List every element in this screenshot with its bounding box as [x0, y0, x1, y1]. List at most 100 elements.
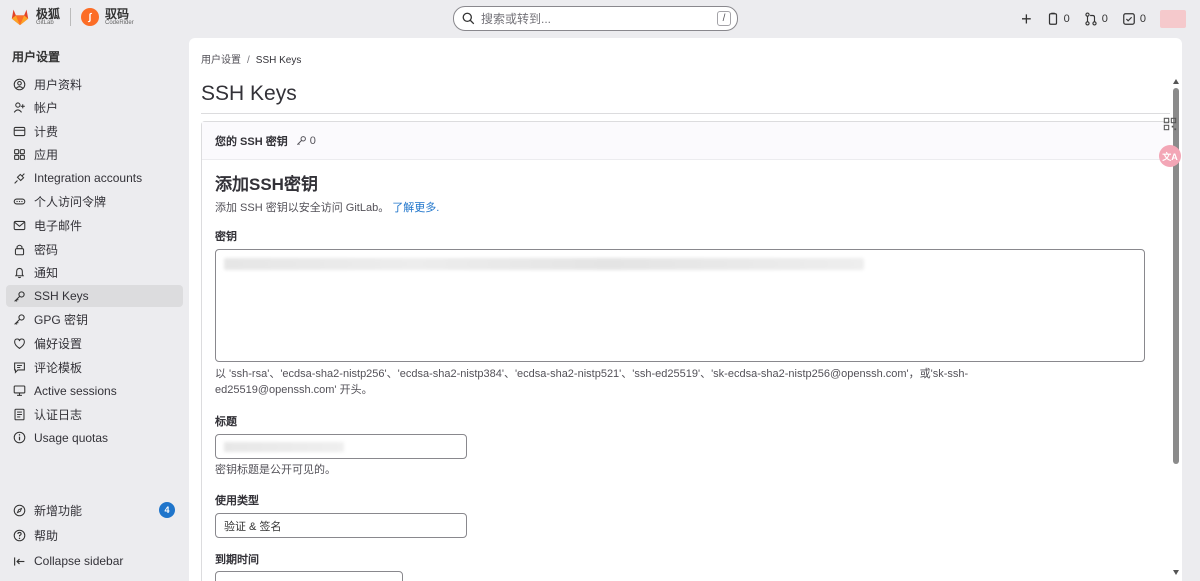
usage-type-select[interactable]: 验证 & 签名 — [215, 513, 467, 538]
todos-button[interactable]: 0 — [1122, 12, 1146, 26]
key-textarea[interactable] — [215, 249, 1145, 362]
integration-icon — [12, 171, 27, 186]
sidebar-item-comment-templates[interactable]: 评论模板 — [6, 356, 183, 378]
todo-icon — [1123, 13, 1135, 25]
user-avatar[interactable] — [1160, 10, 1186, 28]
sidebar-item-label: 评论模板 — [34, 360, 83, 375]
sidebar-item-label: GPG 密钥 — [34, 313, 89, 328]
card-header: 您的 SSH 密钥 0 — [202, 122, 1172, 160]
translate-button[interactable]: 文A — [1159, 145, 1181, 167]
collapse-sidebar-button[interactable]: Collapse sidebar — [6, 549, 183, 573]
qr-code-icon — [1163, 117, 1177, 131]
key-help-text: 以 'ssh-rsa'、'ecdsa-sha2-nistp256'、'ecdsa… — [215, 368, 969, 396]
main-panel: 用户设置 / SSH Keys SSH Keys 您的 SSH 密钥 0 添加SSH… — [189, 38, 1182, 581]
learn-more-link[interactable]: 了解更多. — [392, 202, 439, 214]
translate-icon: 文A — [1162, 151, 1178, 162]
sidebar-item-account[interactable]: 帐户 — [6, 97, 183, 119]
sidebar-item-preferences[interactable]: 偏好设置 — [6, 333, 183, 355]
merge-request-icon — [1085, 12, 1097, 26]
title-divider — [201, 113, 1173, 114]
sidebar-item-integration-accounts[interactable]: Integration accounts — [6, 167, 183, 189]
breadcrumb-parent[interactable]: 用户设置 — [201, 55, 241, 66]
key-icon — [12, 289, 27, 304]
scroll-up-arrow[interactable] — [1173, 79, 1179, 84]
token-icon — [12, 194, 27, 209]
key-icon — [296, 136, 306, 145]
brand-text: 极狐 GitLab — [36, 8, 60, 26]
breadcrumb-separator: / — [247, 55, 250, 66]
title-label: 标题 — [215, 416, 237, 428]
sidebar-item-usage-quotas[interactable]: Usage quotas — [6, 427, 183, 449]
sidebar-item-ssh-keys[interactable]: SSH Keys — [6, 285, 183, 308]
sidebar-item-auth-log[interactable]: 认证日志 — [6, 403, 183, 425]
sidebar-item-label: Usage quotas — [34, 430, 109, 445]
sidebar-item-label: Active sessions — [34, 383, 117, 398]
issues-button[interactable]: 0 — [1046, 12, 1070, 26]
whats-new-badge: 4 — [159, 502, 175, 518]
expires-label: 到期时间 — [215, 554, 259, 566]
key-label: 密钥 — [215, 231, 237, 243]
account-icon — [12, 100, 27, 115]
whats-new-button[interactable]: 新增功能 4 — [6, 498, 183, 522]
sidebar-item-password[interactable]: 密码 — [6, 238, 183, 260]
collapse-icon — [12, 554, 27, 569]
top-bar: 极狐 GitLab ∫ 驭码 CodeRider / + 0 0 0 — [0, 0, 1200, 38]
ssh-keys-card: 您的 SSH 密钥 0 添加SSH密钥 添加 SSH 密钥以安全访问 GitLa… — [201, 121, 1173, 581]
sidebar-item-label: 偏好设置 — [34, 337, 83, 352]
sidebar-item-billing[interactable]: 计费 — [6, 120, 183, 142]
form-description: 添加 SSH 密钥以安全访问 GitLab。 了解更多. — [215, 199, 439, 215]
comment-icon — [12, 360, 27, 375]
title-help-text: 密钥标题是公开可见的。 — [215, 464, 336, 476]
sidebar-item-applications[interactable]: 应用 — [6, 144, 183, 166]
brand-sub-2: CodeRider — [105, 20, 134, 26]
sidebar-item-label: 电子邮件 — [34, 219, 83, 234]
lock-icon — [12, 242, 27, 257]
search-icon — [462, 12, 475, 25]
preferences-icon — [12, 336, 27, 351]
mail-icon — [12, 218, 27, 233]
search-box[interactable]: / — [453, 6, 738, 31]
brand-logo[interactable]: 极狐 GitLab ∫ 驭码 CodeRider — [10, 8, 134, 26]
sidebar-nav: 用户资料 帐户 计费 应用 Integration accounts 个人访问令… — [6, 73, 183, 451]
issues-icon — [1048, 12, 1057, 25]
sidebar-item-emails[interactable]: 电子邮件 — [6, 215, 183, 237]
collapse-label: Collapse sidebar — [34, 554, 124, 568]
qr-code-button[interactable] — [1159, 113, 1181, 135]
breadcrumb: 用户设置 / SSH Keys — [201, 51, 301, 66]
sidebar-item-label: 个人访问令牌 — [34, 195, 107, 210]
sidebar-title: 用户设置 — [12, 50, 61, 64]
sidebar-item-access-tokens[interactable]: 个人访问令牌 — [6, 191, 183, 213]
sidebar-item-profile[interactable]: 用户资料 — [6, 73, 183, 95]
sidebar-item-label: 帐户 — [34, 101, 59, 116]
search-input[interactable] — [481, 11, 701, 26]
breadcrumb-current[interactable]: SSH Keys — [256, 55, 302, 66]
sidebar-item-active-sessions[interactable]: Active sessions — [6, 380, 183, 402]
applications-icon — [12, 147, 27, 162]
usage-type-label: 使用类型 — [215, 495, 259, 507]
sidebar-bottom: 新增功能 4 帮助 Collapse sidebar — [6, 498, 183, 575]
help-button[interactable]: 帮助 — [6, 524, 183, 548]
title-value-redacted — [224, 441, 344, 452]
sidebar-item-label: Integration accounts — [34, 171, 143, 186]
sidebar-item-label: 通知 — [34, 266, 59, 281]
sidebar-item-label: 认证日志 — [34, 407, 83, 422]
question-icon — [12, 528, 27, 543]
top-actions: + 0 0 0 — [1021, 10, 1186, 28]
title-input[interactable] — [215, 434, 467, 459]
scroll-down-arrow[interactable] — [1173, 570, 1179, 575]
sidebar-item-notifications[interactable]: 通知 — [6, 262, 183, 284]
merge-requests-button[interactable]: 0 — [1084, 12, 1108, 26]
whats-new-label: 新增功能 — [34, 503, 83, 518]
search-shortcut-hint: / — [717, 11, 731, 26]
brand-sub: GitLab — [36, 20, 54, 26]
brand-name-2: 驭码 — [105, 7, 130, 21]
sidebar: 用户设置 用户资料 帐户 计费 应用 Integration accounts … — [0, 38, 188, 581]
sidebar-item-gpg-keys[interactable]: GPG 密钥 — [6, 309, 183, 331]
profile-icon — [12, 77, 27, 92]
create-new-button[interactable]: + — [1021, 10, 1032, 28]
card-header-title: 您的 SSH 密钥 — [215, 135, 288, 148]
gitlab-fox-icon — [11, 9, 29, 26]
floating-tools: 文A — [1159, 113, 1183, 167]
log-icon — [12, 407, 27, 422]
expires-date-input[interactable] — [215, 571, 403, 581]
